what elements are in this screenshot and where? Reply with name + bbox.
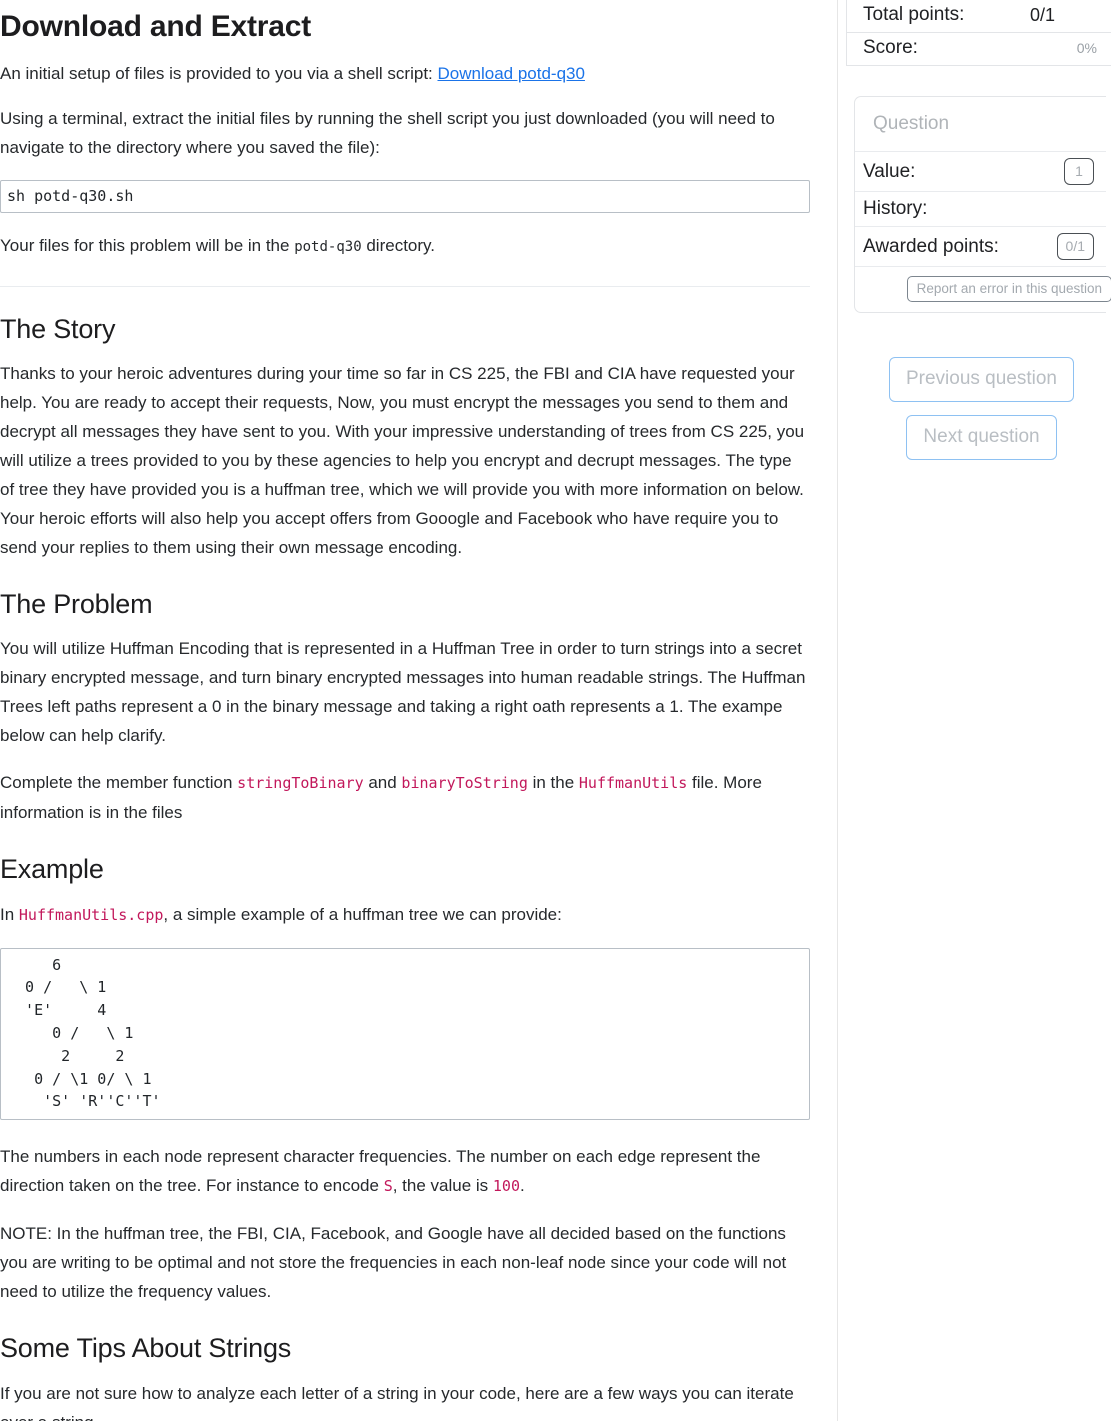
huffman-tree-ascii-block[interactable]: 6 0 / \ 1 'E' 4 0 / \ 1 2 2 0 / \1 0/ \ … <box>0 947 810 1121</box>
score-row: Score: 0% <box>847 33 1111 66</box>
total-points-row: Total points: 0/1 <box>847 0 1111 33</box>
files-location-text-before: Your files for this problem will be in t… <box>0 235 295 255</box>
download-intro-text: An initial setup of files is provided to… <box>0 63 438 83</box>
download-intro-paragraph: An initial setup of files is provided to… <box>0 59 809 88</box>
score-value: 0% <box>1076 40 1097 56</box>
task-text-3: in the <box>527 773 579 793</box>
tips-paragraph: If you are not sure how to analyze each … <box>0 1383 794 1421</box>
value-badge: 1 <box>1064 158 1094 185</box>
task-paragraph: Complete the member function stringToBin… <box>0 768 809 827</box>
question-panel-header: Question <box>855 97 1106 152</box>
section-divider <box>0 285 810 287</box>
awarded-points-badge: 0/1 <box>1056 233 1094 260</box>
story-paragraph: Thanks to your heroic adventures during … <box>0 363 805 557</box>
report-error-button[interactable]: Report an error in this question <box>906 276 1111 302</box>
page-root: Download and Extract An initial setup of… <box>0 0 1111 1421</box>
history-label: History: <box>863 198 928 219</box>
awarded-points-row: Awarded points: 0/1 <box>855 227 1106 267</box>
task-text-1: Complete the member function <box>0 773 238 793</box>
history-row: History: <box>855 192 1106 227</box>
previous-question-button[interactable]: Previous question <box>888 357 1075 402</box>
letter-s-code: S <box>383 1177 393 1196</box>
example-heading: Example <box>0 854 104 885</box>
potd-directory-code: potd-q30 <box>294 238 362 255</box>
awarded-points-badge-wrap: 0/1 <box>1056 233 1106 260</box>
tree-explanation-text-3: . <box>519 1176 525 1196</box>
example-intro-paragraph: In HuffmanUtils.cpp, a simple example of… <box>0 900 809 930</box>
task-text-2: and <box>363 773 402 793</box>
score-label: Score: <box>863 37 918 58</box>
download-potd-link[interactable]: Download potd-q30 <box>438 64 585 83</box>
report-error-row: Report an error in this question <box>855 267 1111 312</box>
page-title: Download and Extract <box>0 10 312 43</box>
tree-explanation-text-1: The numbers in each node represent chara… <box>0 1147 761 1196</box>
value-label: Value: <box>863 160 916 182</box>
sidebar: Total points: 0/1 Score: 0% Question Val… <box>838 0 1111 1421</box>
value-row: Value: 1 <box>855 152 1106 192</box>
tips-heading: Some Tips About Strings <box>0 1333 292 1364</box>
total-points-label: Total points: <box>863 4 965 25</box>
problem-heading: The Problem <box>0 588 153 619</box>
string-to-binary-code: stringToBinary <box>237 774 364 793</box>
files-location-paragraph: Your files for this problem will be in t… <box>0 231 809 262</box>
example-intro-text-before: In <box>0 904 19 924</box>
next-question-button[interactable]: Next question <box>906 415 1057 460</box>
note-paragraph: NOTE: In the huffman tree, the FBI, CIA,… <box>0 1224 787 1302</box>
terminal-instructions-paragraph: Using a terminal, extract the initial fi… <box>0 108 775 157</box>
question-panel: Question Value: 1 History: Awarded point… <box>854 96 1111 313</box>
huffman-utils-code: HuffmanUtils <box>578 774 688 793</box>
huffman-utils-cpp-code: HuffmanUtils.cpp <box>18 905 164 924</box>
tree-explanation-text-2: , the value is <box>392 1176 493 1196</box>
total-points-value: 0/1 <box>1029 4 1055 25</box>
binary-to-string-code: binaryToString <box>401 774 528 793</box>
shell-command-codeblock[interactable]: sh potd-q30.sh <box>0 179 810 213</box>
value-badge-wrap: 1 <box>1064 158 1106 185</box>
story-heading: The Story <box>0 313 116 344</box>
example-intro-text-after: , a simple example of a huffman tree we … <box>163 904 562 924</box>
awarded-points-label: Awarded points: <box>863 235 999 257</box>
problem-paragraph: You will utilize Huffman Encoding that i… <box>0 639 806 746</box>
score-panel: Total points: 0/1 Score: 0% <box>846 0 1111 66</box>
question-navigation: Previous question Next question <box>838 357 1111 460</box>
article-content: Download and Extract An initial setup of… <box>0 0 838 1421</box>
tree-explanation-paragraph: The numbers in each node represent chara… <box>0 1142 809 1201</box>
files-location-text-after: directory. <box>361 235 435 255</box>
binary-100-code: 100 <box>492 1177 520 1196</box>
